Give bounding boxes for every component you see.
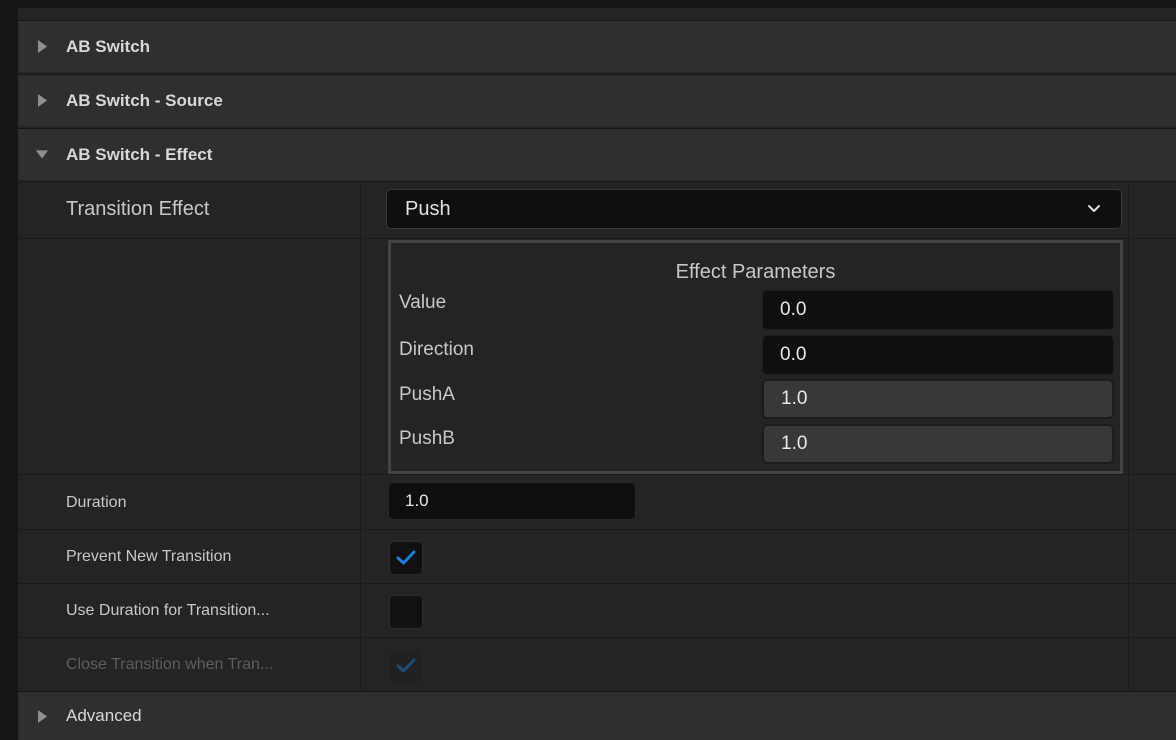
- column-divider: [360, 182, 361, 238]
- param-value-field[interactable]: 0.0: [762, 290, 1114, 330]
- transition-effect-value: Push: [405, 197, 451, 220]
- category-label: AB Switch - Source: [66, 90, 223, 110]
- close-transition-checkbox: [389, 649, 423, 683]
- triangle-right-icon: [36, 94, 48, 108]
- param-label-pushb: PushB: [399, 428, 455, 449]
- column-divider: [360, 239, 361, 474]
- category-label: AB Switch - Effect: [66, 144, 213, 164]
- category-advanced[interactable]: Advanced: [18, 691, 1176, 740]
- column-divider: [360, 584, 361, 637]
- column-divider: [360, 475, 361, 529]
- param-label-value: Value: [399, 292, 447, 313]
- effect-parameters-row: Effect Parameters Value 0.0 Direction 0.…: [18, 238, 1176, 474]
- column-divider-right: [1128, 638, 1129, 691]
- category-ab-switch-source[interactable]: AB Switch - Source: [18, 74, 1176, 126]
- column-divider-right: [1128, 584, 1129, 637]
- column-divider-right: [1128, 239, 1129, 474]
- effect-parameters-box: Effect Parameters Value 0.0 Direction 0.…: [388, 240, 1123, 474]
- details-panel: AB Switch AB Switch - Source AB Switch -…: [18, 8, 1176, 740]
- prevent-new-transition-checkbox[interactable]: [389, 541, 423, 575]
- param-pusha-field[interactable]: 1.0: [762, 379, 1114, 419]
- effect-parameters-title: Effect Parameters: [675, 261, 836, 283]
- param-direction-field[interactable]: 0.0: [762, 335, 1114, 375]
- transition-effect-dropdown[interactable]: Push: [386, 189, 1122, 229]
- triangle-right-icon: [36, 40, 48, 54]
- category-label: Advanced: [66, 706, 142, 725]
- triangle-down-icon: [36, 148, 48, 162]
- duration-label: Duration: [66, 494, 127, 511]
- duration-input[interactable]: 1.0: [388, 482, 636, 520]
- column-divider: [360, 638, 361, 691]
- prevent-new-transition-label: Prevent New Transition: [66, 548, 232, 565]
- category-label: AB Switch: [66, 36, 151, 56]
- category-ab-switch-effect[interactable]: AB Switch - Effect: [18, 128, 1176, 180]
- use-duration-row: Use Duration for Transition...: [18, 583, 1176, 637]
- param-label-pusha: PushA: [399, 384, 455, 405]
- chevron-down-icon: [1087, 201, 1101, 215]
- column-divider: [360, 530, 361, 583]
- checkmark-icon: [396, 658, 416, 673]
- param-pushb-field[interactable]: 1.0: [762, 424, 1114, 464]
- transition-effect-row: Transition Effect Push: [18, 181, 1176, 238]
- prevent-new-transition-row: Prevent New Transition: [18, 529, 1176, 583]
- duration-row: Duration 1.0: [18, 474, 1176, 529]
- column-divider-right: [1128, 475, 1129, 529]
- category-ab-switch[interactable]: AB Switch: [18, 20, 1176, 72]
- checkmark-icon: [396, 550, 416, 565]
- param-label-direction: Direction: [399, 339, 474, 360]
- use-duration-label: Use Duration for Transition...: [66, 602, 270, 619]
- close-transition-row: Close Transition when Tran...: [18, 637, 1176, 691]
- transition-effect-label: Transition Effect: [66, 198, 210, 220]
- triangle-right-icon: [36, 709, 48, 723]
- close-transition-label: Close Transition when Tran...: [66, 656, 274, 673]
- use-duration-checkbox[interactable]: [389, 595, 423, 629]
- column-divider-right: [1128, 530, 1129, 583]
- column-divider-right: [1128, 182, 1129, 238]
